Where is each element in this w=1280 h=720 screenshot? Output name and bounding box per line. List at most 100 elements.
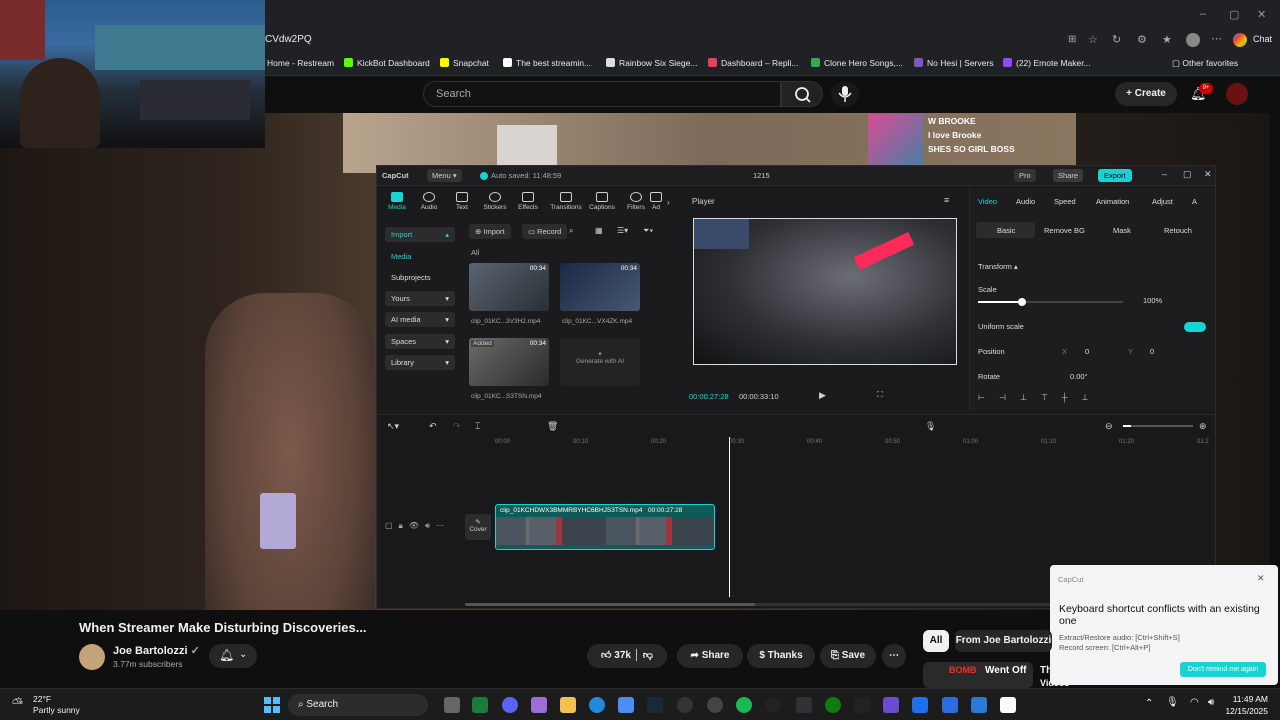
subtab-retouch[interactable]: Retouch xyxy=(1164,226,1192,235)
more-icon[interactable]: ⋯ xyxy=(1211,32,1222,45)
tool-effects[interactable]: Effects xyxy=(513,192,543,211)
generate-ai-button[interactable]: ✦ Generate with AI xyxy=(560,338,640,386)
bookmark-item[interactable]: No Hesi | Servers xyxy=(914,58,993,68)
profile-icon[interactable] xyxy=(1186,33,1200,47)
copilot-icon[interactable] xyxy=(531,697,547,713)
spotify-icon[interactable] xyxy=(736,697,752,713)
zoom-in-icon[interactable]: ⊕ xyxy=(1199,421,1207,432)
share-button[interactable]: Share xyxy=(1053,169,1084,182)
zoom-slider[interactable] xyxy=(1123,425,1193,427)
search-input[interactable]: Search xyxy=(423,81,781,107)
channel-name[interactable]: Joe Bartolozzi ✓ xyxy=(113,644,200,657)
sidebar-item-yours[interactable]: Yours ▾ xyxy=(385,291,455,306)
obs-icon[interactable] xyxy=(677,697,693,713)
wifi-icon[interactable]: ◠ xyxy=(1190,697,1199,708)
undo-icon[interactable]: ↶ xyxy=(429,421,437,432)
chevron-up-icon[interactable]: ⌃ xyxy=(1145,698,1153,709)
bookmark-item[interactable]: Home - Restream xyxy=(267,58,334,68)
sidebar-item-ai-media[interactable]: AI media ▾ xyxy=(385,312,455,327)
bookmark-item[interactable]: Clone Hero Songs,... xyxy=(811,58,903,68)
volume-icon[interactable]: 🔊︎ xyxy=(1208,697,1214,708)
channel-avatar[interactable] xyxy=(79,644,105,670)
grid-view-icon[interactable]: ▦ xyxy=(595,226,603,235)
rotate-value[interactable]: 0.00° xyxy=(1070,372,1088,381)
weather-desc[interactable]: Partly sunny xyxy=(33,705,80,715)
app-icon[interactable] xyxy=(942,697,958,713)
menu-button[interactable]: Menu ▾ xyxy=(427,169,462,182)
close-icon[interactable]: ✕ xyxy=(1257,8,1266,21)
media-thumbnail[interactable]: 00:34 xyxy=(469,263,549,311)
app-icon[interactable] xyxy=(472,697,488,713)
tab-more[interactable]: A xyxy=(1192,197,1197,206)
menu-icon[interactable]: ≡ xyxy=(944,195,949,205)
sidebar-item-spaces[interactable]: Spaces ▾ xyxy=(385,334,455,349)
install-icon[interactable]: ⊞ xyxy=(1068,34,1076,45)
zoom-out-icon[interactable]: ⊖ xyxy=(1105,421,1113,432)
timeline-scroll-thumb[interactable] xyxy=(465,603,755,606)
timeline-scrollbar[interactable] xyxy=(465,603,1125,606)
app-icon[interactable] xyxy=(971,697,987,713)
timeline-clip[interactable]: clip_01KCHDWX3BMMRBYHC6BHJS3TSN.mp4 00:0… xyxy=(495,504,715,550)
mic-icon[interactable]: 🎙︎ xyxy=(925,421,936,432)
copilot-icon[interactable] xyxy=(1233,33,1247,47)
split-icon[interactable]: ⌶ xyxy=(475,421,480,432)
create-button[interactable]: + Create xyxy=(1115,82,1177,106)
tab-adjust[interactable]: Adjust xyxy=(1152,197,1173,206)
align-buttons[interactable]: ⊢⊣⊥⊤┼⊥ xyxy=(978,393,1153,405)
bookmark-item[interactable]: Dashboard – Repli... xyxy=(708,58,799,68)
capcut-taskbar-icon[interactable] xyxy=(1000,697,1016,713)
import-button[interactable]: ⊕ Import xyxy=(469,224,511,239)
app-icon[interactable] xyxy=(912,697,928,713)
rec-title-partial[interactable]: Videos xyxy=(1040,678,1069,688)
weather-icon[interactable]: ⛅︎ xyxy=(12,695,23,712)
file-explorer-icon[interactable] xyxy=(560,697,576,713)
play-icon[interactable]: ▶ xyxy=(819,390,826,401)
maximize-icon[interactable]: ▢ xyxy=(1183,169,1192,180)
sort-icon[interactable]: ☰▾ xyxy=(617,226,628,235)
scale-value[interactable]: 100% xyxy=(1143,296,1162,305)
share-button[interactable]: ➦ Share xyxy=(677,644,743,668)
bookmark-item[interactable]: Snapchat xyxy=(440,58,489,68)
refresh-icon[interactable]: ↻ xyxy=(1112,33,1121,46)
fullscreen-icon[interactable]: ⛶ xyxy=(877,390,883,400)
url-text[interactable]: CVdw2PQ xyxy=(265,34,312,45)
record-button[interactable]: ▭ Record xyxy=(522,224,568,239)
media-thumbnail[interactable]: 00:34 xyxy=(560,263,640,311)
capcut-window[interactable]: CapCut Menu ▾ Auto saved: 11:48:59 1215 … xyxy=(376,165,1216,609)
sidebar-item-subprojects[interactable]: Subprojects xyxy=(385,270,455,285)
4k-app-icon[interactable] xyxy=(765,697,781,713)
tool-audio[interactable]: Audio xyxy=(414,192,444,211)
sidebar-item-import[interactable]: Import ▴ xyxy=(385,227,455,242)
task-view-icon[interactable] xyxy=(444,697,460,713)
pos-x-value[interactable]: 0 xyxy=(1085,347,1089,356)
sidebar-item-library[interactable]: Library ▾ xyxy=(385,355,455,370)
like-button[interactable]: 👍︎ 37k │ 👎︎ xyxy=(587,644,667,668)
uniform-scale-toggle[interactable] xyxy=(1184,322,1206,332)
favorites-icon[interactable]: ★ xyxy=(1162,33,1172,46)
subtab-mask[interactable]: Mask xyxy=(1113,226,1131,235)
recommended-thumbnail[interactable]: BOMB Went Off xyxy=(923,662,1033,688)
subtab-basic[interactable]: Basic xyxy=(997,226,1015,235)
search-button[interactable] xyxy=(781,81,823,107)
tool-more[interactable]: Ad xyxy=(649,192,663,211)
minimize-icon[interactable]: – xyxy=(1162,169,1167,179)
tool-text[interactable]: Text xyxy=(447,192,477,211)
cover-button[interactable]: ✎ Cover xyxy=(465,514,491,540)
pro-button[interactable]: Pro xyxy=(1014,169,1036,182)
save-button[interactable]: ⎘ Save xyxy=(820,644,876,668)
subtab-remove-bg[interactable]: Remove BG xyxy=(1044,226,1085,235)
redo-icon[interactable]: ↷ xyxy=(453,421,461,432)
avatar[interactable] xyxy=(1226,83,1248,105)
subscription-bell-button[interactable]: 🔔︎ ⌄ xyxy=(209,644,257,668)
tool-stickers[interactable]: Stickers xyxy=(480,192,510,211)
app-icon[interactable] xyxy=(854,697,870,713)
mic-icon[interactable]: 🎙︎ xyxy=(1166,697,1179,708)
rec-title-partial[interactable]: Th xyxy=(1040,665,1052,676)
other-favorites[interactable]: ▢ Other favorites xyxy=(1172,58,1238,69)
search-icon[interactable]: ⌕ xyxy=(569,226,573,236)
app-icon[interactable] xyxy=(883,697,899,713)
tool-media[interactable]: Media xyxy=(382,192,412,211)
scale-slider-knob[interactable] xyxy=(1017,298,1026,306)
taskbar-search[interactable]: ⌕ Search xyxy=(288,694,428,716)
weather-temp[interactable]: 22°F xyxy=(33,694,51,704)
